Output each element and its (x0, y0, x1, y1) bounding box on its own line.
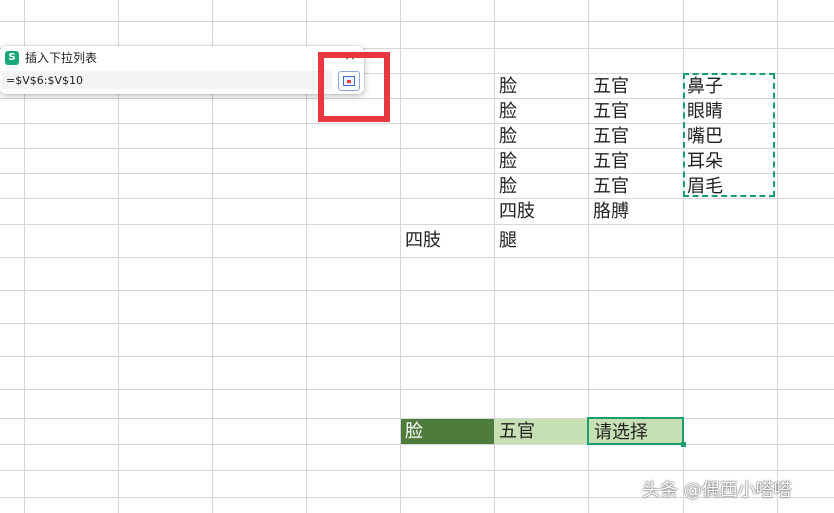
cell[interactable]: 嘴巴 (687, 128, 723, 146)
cell[interactable]: 脸 (499, 128, 517, 146)
cell[interactable]: 五官 (593, 153, 629, 171)
cell[interactable]: 五官 (593, 78, 629, 96)
cell[interactable]: 脸 (499, 103, 517, 121)
watermark: 头条 @偶西小嗒嗒 (642, 480, 792, 501)
dialog-title: 插入下拉列表 (25, 51, 98, 65)
cell[interactable]: 腿 (499, 232, 517, 250)
cell[interactable]: 五官 (499, 423, 535, 441)
wps-app-icon: S (5, 51, 19, 65)
cell[interactable]: 脸 (499, 178, 517, 196)
cell[interactable]: 四肢 (405, 232, 441, 250)
cell[interactable]: 脸 (405, 423, 423, 441)
cell[interactable]: 耳朵 (687, 153, 723, 171)
cell[interactable]: 五官 (593, 103, 629, 121)
dialog-titlebar[interactable]: S 插入下拉列表 × (0, 46, 364, 70)
cell[interactable]: 鼻子 (687, 78, 723, 96)
dropdown-placeholder-text: 请选择 (594, 422, 648, 443)
cell[interactable]: 四肢 (499, 203, 535, 221)
cell[interactable]: 眉毛 (687, 178, 723, 196)
cell[interactable]: 五官 (593, 128, 629, 146)
cell[interactable]: 胳膊 (593, 203, 629, 221)
cell[interactable]: 眼睛 (687, 103, 723, 121)
cell[interactable]: 五官 (593, 178, 629, 196)
fill-handle[interactable] (681, 442, 686, 447)
range-reference-input[interactable] (2, 71, 332, 89)
selected-cell[interactable]: 请选择 (587, 417, 686, 447)
insert-dropdown-list-dialog: S 插入下拉列表 × (0, 46, 364, 94)
cell[interactable]: 脸 (499, 78, 517, 96)
highlight-annotation-box (318, 52, 390, 122)
cell[interactable]: 脸 (499, 153, 517, 171)
